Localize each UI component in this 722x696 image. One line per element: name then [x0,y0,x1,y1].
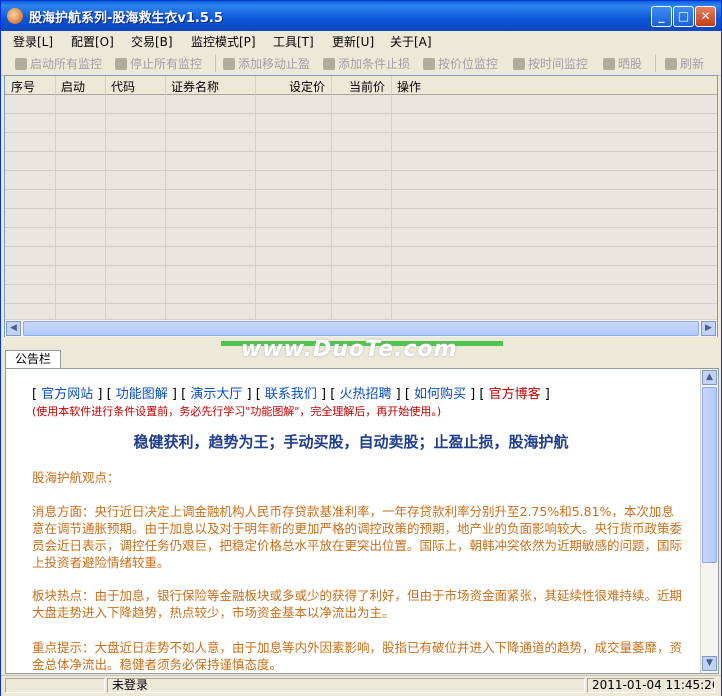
horizontal-scroll-thumb[interactable] [23,321,699,336]
scroll-down-icon[interactable]: ▼ [702,656,717,671]
title-bar[interactable]: 股海护航系列-股海救生衣v1.5.5 _ □ ✕ [1,1,721,31]
col-header-code[interactable]: 代码 [111,78,135,95]
scroll-up-icon[interactable]: ▲ [702,370,717,385]
table-row-divider [5,113,717,114]
status-bar: 未登录 2011-01-04 11:45:26 [1,675,721,696]
sector-paragraph: 板块热点：由于加息，银行保险等金融板块或多或少的获得了利好，但由于市场资金面紧张… [32,588,683,620]
login-status: 未登录 [107,678,585,693]
menu-trade[interactable]: 交易[B] [131,33,173,50]
menu-update[interactable]: 更新[U] [332,33,374,50]
menu-about[interactable]: 关于[A] [390,33,432,50]
col-header-action[interactable]: 操作 [397,78,421,95]
col-header-current-price[interactable]: 当前价 [349,78,385,95]
refresh-button[interactable]: 刷新 [665,55,704,72]
col-header-name[interactable]: 证券名称 [171,78,219,95]
toolbar: 启动所有监控 停止所有监控 添加移动止盈 添加条件止损 按价位监控 按时间监控 … [1,51,721,76]
col-header-start[interactable]: 启动 [61,78,85,95]
refresh-icon [665,58,677,70]
link-how-to-buy[interactable]: 如何购买 [414,387,466,402]
col-header-set-price[interactable]: 设定价 [289,78,325,95]
price-monitor-icon [423,58,435,70]
maximize-icon: □ [677,9,690,23]
status-cell-empty [5,678,105,693]
vertical-scroll-thumb[interactable] [702,387,717,563]
vertical-scrollbar[interactable]: ▲ ▼ [700,369,718,673]
table-row-divider [5,303,717,304]
status-datetime: 2011-01-04 11:45:26 [587,678,715,693]
minimize-button[interactable]: _ [651,6,672,27]
table-row-divider [5,265,717,266]
link-feature-guide[interactable]: 功能图解 [116,387,168,402]
app-window: 股海护航系列-股海救生衣v1.5.5 _ □ ✕ 登录[L] 配置[O] 交易[… [0,0,722,696]
link-official-site[interactable]: 官方网站 [41,387,93,402]
table-row-divider [5,132,717,133]
close-button[interactable]: ✕ [695,6,716,27]
share-stock-button[interactable]: 晒股 [603,55,642,72]
play-icon [15,58,27,70]
toolbar-separator [215,54,216,72]
table-row-divider [5,246,717,247]
table-row-divider [5,189,717,190]
minimize-icon: _ [658,9,665,23]
link-contact-us[interactable]: 联系我们 [265,387,317,402]
add-condition-icon [323,58,335,70]
close-icon: ✕ [700,9,711,23]
stop-icon [115,58,127,70]
add-trailing-icon [223,58,235,70]
usage-warning: (使用本软件进行条件设置前，务必先行学习"功能图解"，完全理解后，再开始使用。) [32,405,442,418]
menu-tools[interactable]: 工具[T] [273,33,314,50]
table-row-divider [5,170,717,171]
add-condition-stop-button[interactable]: 添加条件止损 [323,55,410,72]
table-row-divider [5,227,717,228]
window-title: 股海护航系列-股海救生衣v1.5.5 [29,11,223,26]
horizontal-scrollbar[interactable]: ◀ ▶ [5,319,717,337]
price-monitor-button[interactable]: 按价位监控 [423,55,498,72]
news-paragraph: 消息方面：央行近日决定上调金融机构人民币存贷款基准利率，一年存贷款利率分别升至2… [32,504,683,570]
menu-login[interactable]: 登录[L] [13,33,53,50]
tab-bulletin[interactable]: 公告栏 [5,350,61,368]
share-icon [603,58,615,70]
stop-all-monitor-button[interactable]: 停止所有监控 [115,55,202,72]
col-header-index[interactable]: 序号 [11,78,35,95]
table-row-divider [5,151,717,152]
table-header: 序号 启动 代码 证券名称 设定价 当前价 操作 [5,76,717,95]
start-all-monitor-button[interactable]: 启动所有监控 [15,55,102,72]
menu-bar: 登录[L] 配置[O] 交易[B] 监控模式[P] 工具[T] 更新[U] 关于… [1,31,721,51]
slogan: 稳健获利，趋势为王；手动买股，自动卖股；止盈止损，股海护航 [133,433,569,451]
link-demo-hall[interactable]: 演示大厅 [190,387,242,402]
viewpoint-heading: 股海护航观点： [32,470,120,485]
toolbar-separator [655,54,656,72]
watermark: www.DuoTe.com [241,337,458,362]
menu-monitor-mode[interactable]: 监控模式[P] [191,33,256,50]
monitor-table[interactable]: 序号 启动 代码 证券名称 设定价 当前价 操作 [4,75,718,337]
add-trailing-stop-button[interactable]: 添加移动止盈 [223,55,310,72]
bulletin-panel: [ 官方网站 ] [ 功能图解 ] [ 演示大厅 ] [ 联系我们 ] [ 火热… [5,368,719,674]
table-row-divider [5,284,717,285]
link-hiring[interactable]: 火热招聘 [339,387,391,402]
time-monitor-button[interactable]: 按时间监控 [513,55,588,72]
key-tip-paragraph: 重点提示：大盘近日走势不如人意，由于加息等内外因素影响，股指已有破位并进入下降通… [32,640,683,672]
time-monitor-icon [513,58,525,70]
menu-config[interactable]: 配置[O] [71,33,114,50]
maximize-button[interactable]: □ [673,6,694,27]
link-official-blog[interactable]: 官方博客 [489,387,541,402]
app-icon [7,8,23,24]
table-row-divider [5,208,717,209]
scroll-left-icon[interactable]: ◀ [6,321,21,336]
link-bar: [ 官方网站 ] [ 功能图解 ] [ 演示大厅 ] [ 联系我们 ] [ 火热… [32,387,550,402]
scroll-right-icon[interactable]: ▶ [701,321,716,336]
